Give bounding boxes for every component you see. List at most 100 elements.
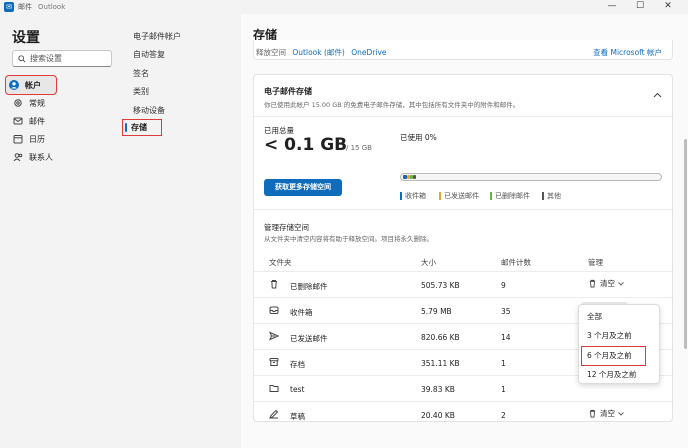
legend-swatch — [439, 192, 441, 200]
storage-quota: / 15 GB — [346, 144, 372, 152]
free-space-card: 释放空间 Outlook (邮件) OneDrive 查看 Microsoft … — [253, 40, 673, 60]
option-6-months[interactable]: 6 个月及之前 — [581, 346, 646, 366]
scrollbar[interactable] — [684, 139, 687, 349]
empty-label: 清空 — [600, 279, 615, 288]
col-folder: 文件夹 — [269, 258, 292, 267]
option-3-months[interactable]: 3 个月及之前 — [579, 327, 661, 345]
message-count: 1 — [501, 359, 506, 368]
sidebar-item-label: 日历 — [29, 134, 45, 144]
empty-dropdown-button[interactable]: 清空 — [588, 408, 627, 419]
folder-icon — [269, 385, 279, 392]
contacts-icon — [13, 153, 23, 162]
folder-size: 5.79 MB — [421, 307, 452, 316]
mail-icon — [13, 117, 23, 125]
free-space-text: 释放空间 — [256, 48, 286, 57]
settings-title: 设置 — [12, 30, 40, 46]
chevron-up-icon[interactable] — [653, 92, 662, 98]
app-name: 邮件 — [18, 3, 32, 11]
legend-swatch — [542, 192, 544, 200]
sidebar-item-label: 联系人 — [29, 152, 53, 162]
account-submenu: 电子邮件帐户 自动答复 签名 类别 移动设备 存储 — [121, 14, 241, 448]
submenu-mobile-devices[interactable]: 移动设备 — [133, 105, 165, 116]
storage-progress-bar — [400, 173, 662, 181]
search-placeholder: 搜索设置 — [30, 54, 62, 63]
trash-icon — [271, 280, 277, 289]
empty-dropdown-button[interactable]: 清空 — [588, 278, 627, 289]
manage-desc: 从文件夹中清空内容将有助于释放空间。项目将永久删除。 — [264, 235, 433, 243]
sidebar-item-calendar[interactable]: 日历 — [10, 130, 110, 148]
col-count: 邮件计数 — [501, 258, 531, 267]
message-count: 35 — [501, 307, 511, 316]
folder-size: 20.40 KB — [421, 411, 455, 420]
submenu-categories[interactable]: 类别 — [133, 86, 149, 97]
send-icon — [269, 331, 279, 341]
legend-other: 其他 — [542, 191, 561, 201]
product-name: Outlook — [38, 3, 66, 11]
legend-swatch — [400, 192, 402, 200]
legend-sent: 已发送邮件 — [439, 191, 479, 201]
col-manage: 管理 — [588, 258, 603, 267]
draft-icon — [269, 409, 279, 419]
submenu-storage[interactable]: 存储 — [122, 119, 162, 136]
option-12-months[interactable]: 12 个月及之前 — [579, 366, 661, 384]
folder-name: 已删除邮件 — [290, 282, 328, 291]
view-microsoft-account-link[interactable]: 查看 Microsoft 帐户 — [593, 47, 662, 58]
sidebar-item-label: 邮件 — [29, 116, 45, 126]
submenu-storage-label: 存储 — [131, 123, 147, 132]
other-segment — [413, 175, 416, 179]
sidebar-item-label: 常规 — [29, 98, 45, 108]
folder-name: test — [290, 385, 305, 394]
gear-icon — [14, 99, 22, 107]
table-row: 草稿 20.40 KB 2 清空 — [254, 401, 674, 423]
maximize-button[interactable]: ☐ — [626, 0, 654, 14]
person-icon — [9, 80, 19, 90]
sidebar-item-mail[interactable]: 邮件 — [10, 112, 110, 130]
legend-label: 已发送邮件 — [444, 192, 479, 200]
submenu-auto-reply[interactable]: 自动答复 — [133, 49, 165, 60]
legend-swatch — [490, 192, 492, 200]
empty-label: 清空 — [600, 409, 615, 418]
sidebar-item-label: 帐户 — [25, 80, 41, 90]
email-storage-heading: 电子邮件存储 — [264, 87, 312, 96]
percent-used-label: 已使用 0% — [400, 133, 437, 142]
divider — [254, 116, 674, 117]
folder-size: 505.73 KB — [421, 281, 460, 290]
trash-icon — [589, 409, 596, 418]
submenu-email-accounts[interactable]: 电子邮件帐户 — [133, 31, 181, 42]
settings-sidebar: 设置 搜索设置 帐户 常规 邮件 日历 联系人 — [0, 14, 121, 448]
folder-name: 收件箱 — [290, 308, 313, 317]
search-input[interactable]: 搜索设置 — [12, 50, 112, 67]
sidebar-item-general[interactable]: 常规 — [10, 94, 110, 112]
message-count: 9 — [501, 281, 506, 290]
table-row: 已删除邮件 505.73 KB 9 清空 — [254, 271, 674, 297]
archive-icon — [269, 358, 279, 366]
outlook-mail-link[interactable]: Outlook (邮件) — [292, 48, 344, 57]
legend-label: 其他 — [547, 192, 561, 200]
empty-options-menu: 全部 3 个月及之前 6 个月及之前 12 个月及之前 — [578, 304, 660, 384]
sidebar-item-accounts[interactable]: 帐户 — [5, 75, 57, 95]
chevron-down-icon — [618, 281, 624, 286]
minimize-button[interactable]: — — [598, 0, 626, 14]
option-all[interactable]: 全部 — [579, 308, 661, 326]
trash-icon — [589, 279, 596, 288]
divider — [254, 209, 674, 210]
legend-deleted: 已删除邮件 — [490, 191, 530, 201]
get-more-storage-button[interactable]: 获取更多存储空间 — [264, 179, 342, 196]
message-count: 1 — [501, 385, 506, 394]
folder-size: 39.83 KB — [421, 385, 455, 394]
close-button[interactable]: ✕ — [654, 0, 682, 14]
message-count: 14 — [501, 333, 511, 342]
email-storage-desc: 你已使用此帐户 15.00 GB 的免费电子邮件存储，其中包括所有文件夹中的附件… — [264, 101, 520, 109]
legend-inbox: 收件箱 — [400, 191, 426, 201]
onedrive-link[interactable]: OneDrive — [351, 48, 386, 57]
search-icon — [18, 54, 26, 63]
used-total-value: < 0.1 GB — [264, 135, 348, 155]
folder-name: 存档 — [290, 360, 305, 369]
manage-heading: 管理存储空间 — [264, 223, 309, 232]
folder-name: 草稿 — [290, 412, 305, 421]
free-space-label: 释放空间 Outlook (邮件) OneDrive — [256, 47, 387, 58]
submenu-signature[interactable]: 签名 — [133, 68, 149, 79]
chevron-down-icon — [618, 411, 624, 416]
inbox-icon — [269, 306, 279, 314]
sidebar-item-contacts[interactable]: 联系人 — [10, 148, 110, 166]
